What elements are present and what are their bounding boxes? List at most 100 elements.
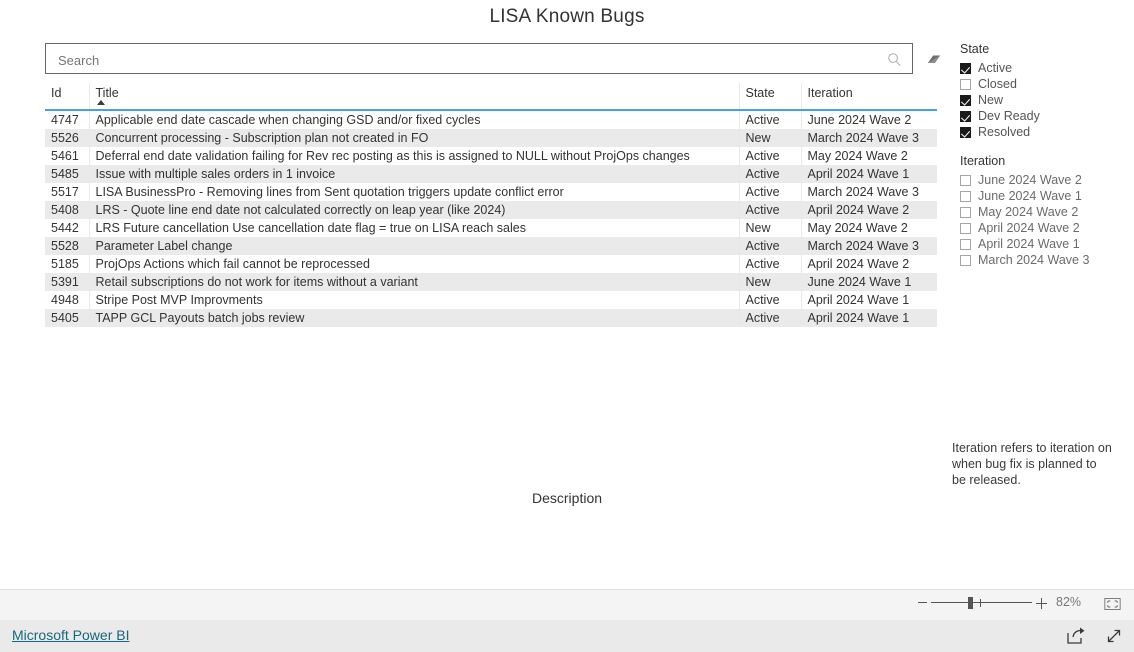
column-header-state[interactable]: State xyxy=(738,83,801,111)
page-title: LISA Known Bugs xyxy=(489,6,645,27)
table-row[interactable]: 5442 LRS Future cancellation Use cancella… xyxy=(45,219,937,237)
checkbox-checked-icon[interactable] xyxy=(960,62,971,74)
filter-group-state[interactable]: Active Closed New Dev Ready Resolved xyxy=(960,60,1130,140)
cell-state: Active xyxy=(738,183,801,201)
filter-item-state[interactable]: New xyxy=(960,92,1130,108)
search-box[interactable] xyxy=(45,43,913,77)
checkbox-unchecked-icon[interactable] xyxy=(960,206,971,218)
cell-id: 5526 xyxy=(51,130,79,145)
filter-item-state[interactable]: Dev Ready xyxy=(960,108,1130,124)
search-input[interactable] xyxy=(56,44,880,77)
checkbox-unchecked-icon[interactable] xyxy=(960,190,971,202)
table-row[interactable]: 5185 ProjOps Actions which fail cannot be… xyxy=(45,255,937,273)
cell-title: Applicable end date cascade when changin… xyxy=(88,110,739,129)
cell-id: 5485 xyxy=(51,166,79,181)
cell-state: Active xyxy=(738,110,801,129)
bugs-table[interactable]: Id Title State Iteration 4747 Applicable … xyxy=(45,83,937,327)
zoom-slider-tick xyxy=(980,599,981,607)
eraser-icon[interactable] xyxy=(925,52,943,66)
cell-id: 4948 xyxy=(51,292,79,307)
table-row[interactable]: 4948 Stripe Post MVP Improvments Active Apr… xyxy=(45,291,937,309)
powerbi-brand-link[interactable]: Microsoft Power BI xyxy=(12,627,129,643)
checkbox-unchecked-icon[interactable] xyxy=(960,78,971,90)
cell-title: Deferral end date validation failing for… xyxy=(88,147,739,165)
cell-iteration: March 2024 Wave 3 xyxy=(800,237,937,255)
cell-id: 5442 xyxy=(51,220,79,235)
cell-iteration: April 2024 Wave 2 xyxy=(800,255,937,273)
cell-state: Active xyxy=(738,237,801,255)
table-row[interactable]: 5485 Issue with multiple sales orders in … xyxy=(45,165,937,183)
filter-item-state[interactable]: Closed xyxy=(960,76,1130,92)
cell-id: 5528 xyxy=(51,238,79,253)
cell-state: Active xyxy=(738,255,801,273)
checkbox-checked-icon[interactable] xyxy=(960,94,971,106)
search-icon[interactable] xyxy=(887,52,902,67)
cell-title: ProjOps Actions which fail cannot be rep… xyxy=(88,255,739,273)
filter-item-iteration[interactable]: June 2024 Wave 2 xyxy=(960,172,1130,188)
zoom-in-button[interactable] xyxy=(1036,598,1047,609)
checkbox-unchecked-icon[interactable] xyxy=(960,222,971,234)
zoom-slider-thumb[interactable] xyxy=(968,597,973,609)
filter-item-iteration[interactable]: May 2024 Wave 2 xyxy=(960,204,1130,220)
zoom-statusbar: 82% xyxy=(0,589,1134,621)
cell-id: 4747 xyxy=(51,112,79,127)
table-row[interactable]: 5517 LISA BusinessPro - Removing lines fr… xyxy=(45,183,937,201)
column-header-iteration-label: Iteration xyxy=(807,86,853,100)
filter-item-state[interactable]: Active xyxy=(960,60,1130,76)
cell-title: LISA BusinessPro - Removing lines from S… xyxy=(88,183,739,201)
filter-item-label: Dev Ready xyxy=(978,109,1040,123)
cell-state: New xyxy=(738,219,801,237)
search-bar[interactable] xyxy=(45,43,915,77)
table-body[interactable]: 4747 Applicable end date cascade when cha… xyxy=(45,110,937,327)
cell-id: 5461 xyxy=(51,148,79,163)
filter-item-label: Closed xyxy=(978,77,1017,91)
share-icon[interactable] xyxy=(1065,626,1085,646)
cell-iteration: May 2024 Wave 2 xyxy=(800,147,937,165)
cell-iteration: April 2024 Wave 2 xyxy=(800,201,937,219)
filter-item-iteration[interactable]: March 2024 Wave 3 xyxy=(960,252,1130,268)
table-row[interactable]: 5528 Parameter Label change Active March 20… xyxy=(45,237,937,255)
cell-state: New xyxy=(738,273,801,291)
checkbox-unchecked-icon[interactable] xyxy=(960,254,971,266)
table-row[interactable]: 5526 Concurrent processing - Subscription… xyxy=(45,129,937,147)
column-header-title[interactable]: Title xyxy=(88,83,739,111)
cell-iteration: April 2024 Wave 1 xyxy=(800,165,937,183)
table-row[interactable]: 5461 Deferral end date validation failing… xyxy=(45,147,937,165)
checkbox-unchecked-icon[interactable] xyxy=(960,238,971,250)
cell-iteration: June 2024 Wave 1 xyxy=(800,273,937,291)
filter-group-iteration[interactable]: June 2024 Wave 2 June 2024 Wave 1 May 2024… xyxy=(960,172,1130,268)
filter-item-label: Active xyxy=(978,61,1013,75)
zoom-slider-track[interactable] xyxy=(931,602,1032,603)
iteration-note: Iteration refers to iteration on when bu… xyxy=(952,441,1112,487)
table-row[interactable]: 4747 Applicable end date cascade when cha… xyxy=(45,110,937,129)
filter-panel[interactable]: State Active Closed New Dev Ready Resolved I… xyxy=(960,42,1130,268)
checkbox-unchecked-icon[interactable] xyxy=(960,174,971,186)
checkbox-checked-icon[interactable] xyxy=(960,110,971,122)
cell-id: 5405 xyxy=(51,310,79,325)
column-header-id[interactable]: Id xyxy=(45,83,89,111)
filter-item-iteration[interactable]: June 2024 Wave 1 xyxy=(960,188,1130,204)
filter-item-state[interactable]: Resolved xyxy=(960,124,1130,140)
table-row[interactable]: 5405 TAPP GCL Payouts batch jobs review Ac… xyxy=(45,309,937,327)
cell-iteration: April 2024 Wave 1 xyxy=(800,291,937,309)
table-row[interactable]: 5391 Retail subscriptions do not work for… xyxy=(45,273,937,291)
cell-title: Retail subscriptions do not work for ite… xyxy=(88,273,739,291)
fit-to-screen-icon[interactable] xyxy=(1104,597,1121,611)
cell-title: Parameter Label change xyxy=(88,237,739,255)
filter-group-iteration-title: Iteration xyxy=(960,154,1006,168)
filter-item-iteration[interactable]: April 2024 Wave 2 xyxy=(960,220,1130,236)
cell-state: Active xyxy=(738,147,801,165)
checkbox-checked-icon[interactable] xyxy=(960,126,971,138)
table-row[interactable]: 5408 LRS - Quote line end date not calcul… xyxy=(45,201,937,219)
cell-iteration: March 2024 Wave 3 xyxy=(800,129,937,147)
zoom-out-button[interactable] xyxy=(918,602,927,603)
expand-icon[interactable] xyxy=(1104,626,1124,646)
filter-item-label: March 2024 Wave 3 xyxy=(978,253,1090,267)
cell-iteration: April 2024 Wave 1 xyxy=(800,309,937,327)
filter-item-iteration[interactable]: April 2024 Wave 1 xyxy=(960,236,1130,252)
cell-state: Active xyxy=(738,309,801,327)
cell-iteration: June 2024 Wave 2 xyxy=(800,110,937,129)
table-header: Id Title State Iteration xyxy=(45,83,937,111)
column-header-iteration[interactable]: Iteration xyxy=(800,83,937,111)
cell-state: Active xyxy=(738,165,801,183)
